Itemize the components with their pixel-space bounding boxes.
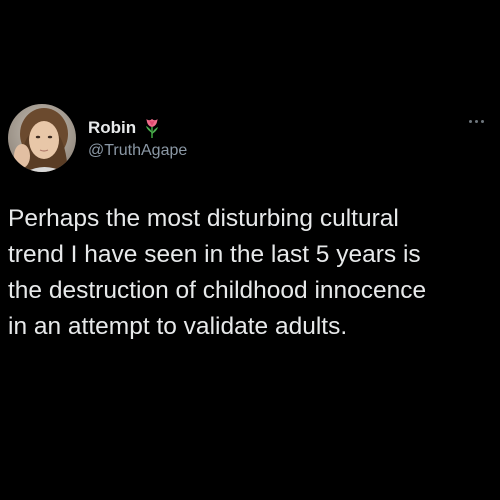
tweet-line: the destruction of childhood innocence xyxy=(8,277,427,304)
avatar[interactable] xyxy=(8,104,76,172)
name-row: Robin xyxy=(88,116,187,140)
tweet-line: in an attempt to validate adults. xyxy=(8,313,348,340)
tweet-text: Perhaps the most disturbing cultural tre… xyxy=(8,201,496,345)
avatar-photo xyxy=(8,104,76,172)
dot xyxy=(469,120,472,123)
dot xyxy=(475,120,478,123)
rose-emoji-icon xyxy=(144,117,160,139)
display-name[interactable]: Robin xyxy=(88,118,136,138)
tweet-line: trend I have seen in the last 5 years is xyxy=(8,241,421,268)
tweet-card: Robin @TruthAgape Perhaps the most distu… xyxy=(0,0,500,500)
more-options-icon[interactable] xyxy=(465,116,488,127)
tweet-line: Perhaps the most disturbing cultural xyxy=(8,205,399,232)
dot xyxy=(481,120,484,123)
user-handle[interactable]: @TruthAgape xyxy=(88,142,187,160)
user-info[interactable]: Robin @TruthAgape xyxy=(88,116,187,160)
